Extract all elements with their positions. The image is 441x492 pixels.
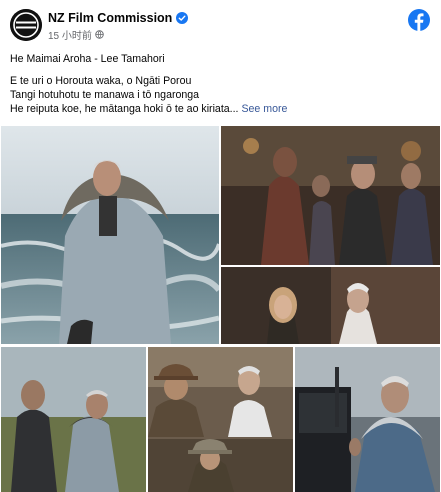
post-text: He Maimai Aroha - Lee Tamahori E te uri … [10, 52, 430, 116]
see-more-link[interactable]: See more [241, 103, 287, 115]
post-header: NZ Film Commission 15 小时前 [0, 0, 441, 44]
photo-director-at-camera[interactable] [295, 347, 440, 492]
post-body-line-3-text: He reiputa koe, he mātanga hoki ō te ao … [10, 103, 239, 115]
post-body-line-1: E te uri o Horouta waka, o Ngāti Porou [10, 75, 192, 87]
post-body-line-2: Tangi hotuhotu te manawa i tō ngaronga [10, 89, 200, 101]
page-avatar[interactable] [10, 9, 42, 41]
post-title-line: He Maimai Aroha - Lee Tamahori [10, 53, 165, 65]
photo-film-still-group[interactable] [221, 126, 440, 265]
photo-men-in-hats[interactable] [148, 347, 293, 492]
photo-two-men-outdoors[interactable] [1, 347, 146, 492]
facebook-logo-icon[interactable] [408, 9, 430, 31]
timestamp-text[interactable]: 15 小时前 [48, 27, 92, 42]
globe-icon [95, 30, 104, 39]
post-body-line-3: He reiputa koe, he mātanga hoki ō te ao … [10, 102, 430, 116]
photo-woman-and-man-portrait[interactable] [221, 267, 440, 344]
verified-badge-icon [176, 12, 189, 24]
page-name[interactable]: NZ Film Commission [48, 11, 189, 25]
page-name-label[interactable]: NZ Film Commission [48, 11, 172, 25]
photo-man-in-parka-by-sea[interactable] [1, 126, 219, 344]
post-timestamp[interactable]: 15 小时前 [48, 27, 104, 42]
